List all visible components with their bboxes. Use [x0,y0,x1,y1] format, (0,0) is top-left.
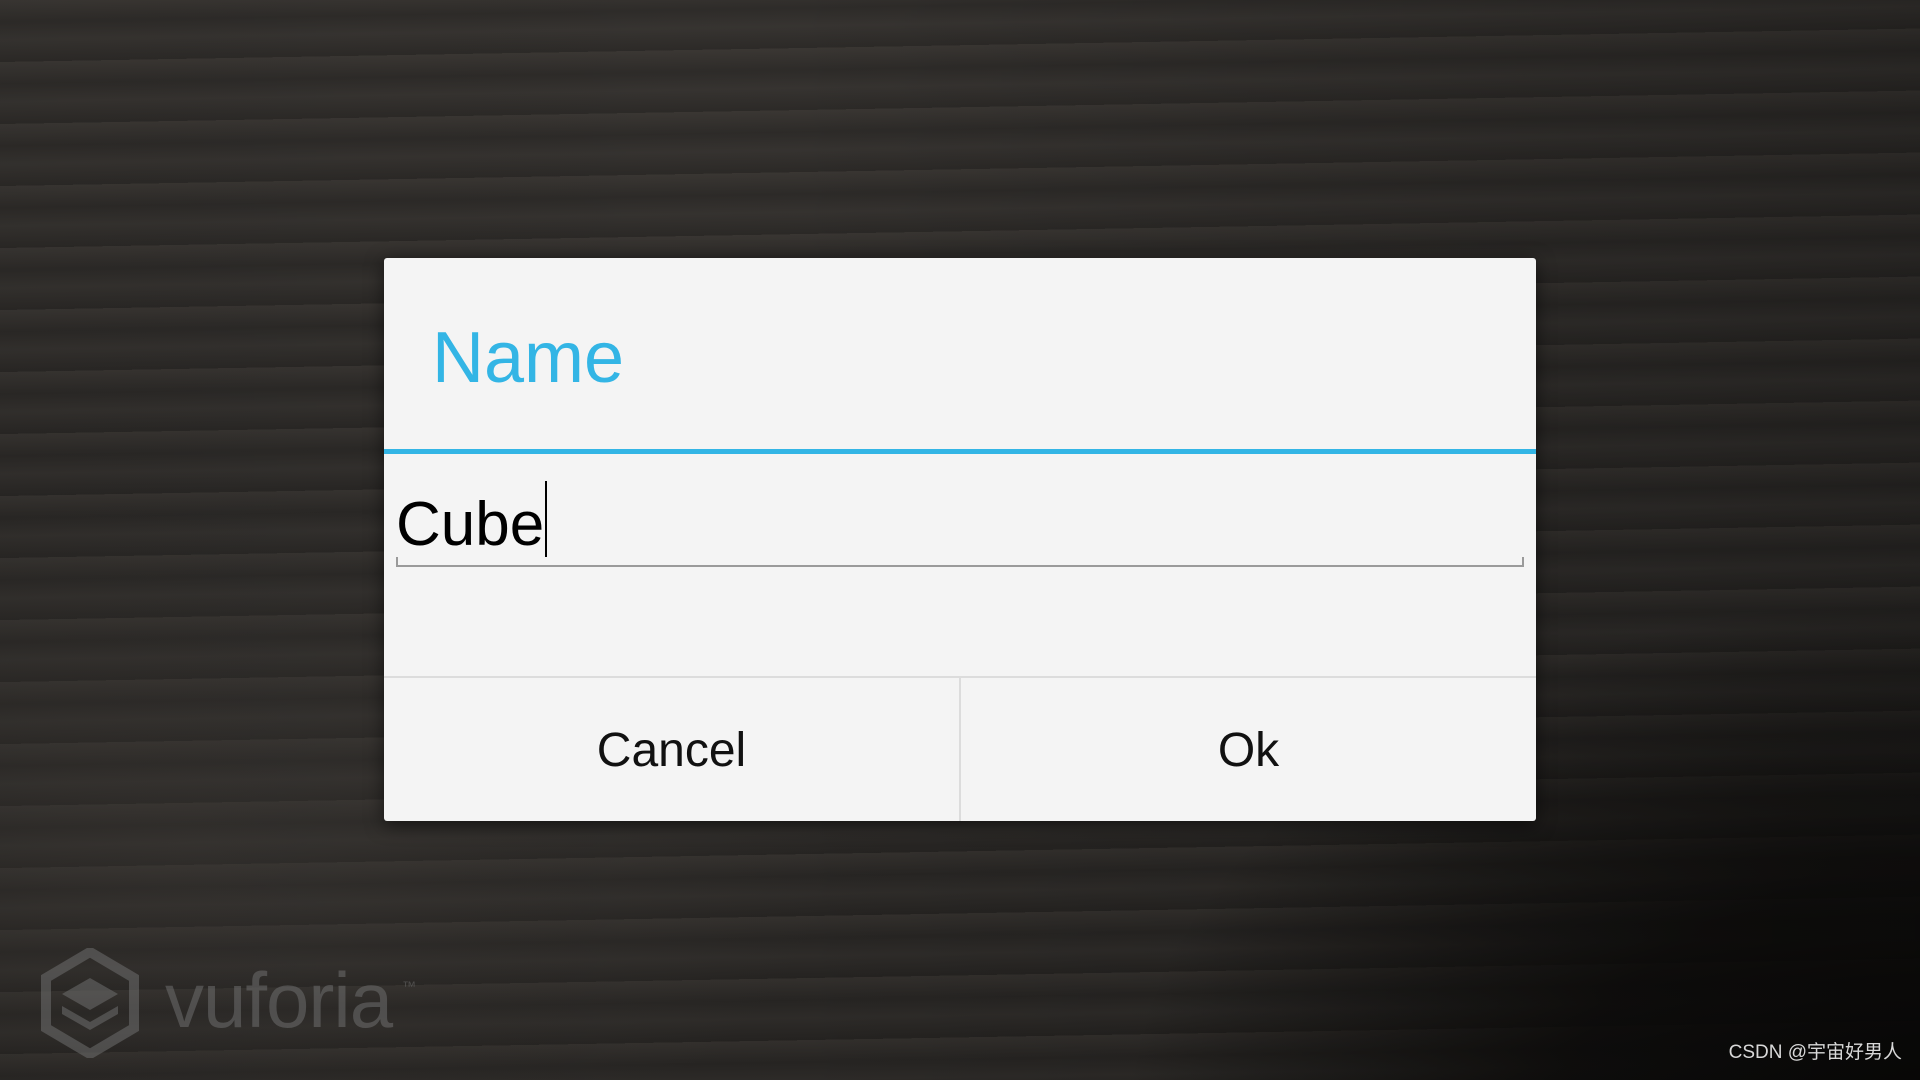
vuforia-logo: vuforia ™ [40,948,440,1058]
cancel-button[interactable]: Cancel [384,678,959,821]
trademark-symbol: ™ [402,978,416,994]
ok-button[interactable]: Ok [961,678,1536,821]
input-underline [396,557,1524,567]
text-caret [545,481,548,557]
name-input-text[interactable]: Cube [396,481,548,560]
name-dialog: Name Cube Cancel Ok [384,258,1536,821]
dialog-button-bar: Cancel Ok [384,676,1536,821]
name-input-value: Cube [396,490,545,559]
vuforia-logo-text: vuforia [165,956,393,1044]
title-divider [384,449,1536,454]
dialog-title: Name [432,318,625,398]
name-input[interactable]: Cube [396,473,1524,567]
watermark: CSDN @宇宙好男人 [1728,1042,1902,1063]
vuforia-logo-icon [41,948,139,1058]
